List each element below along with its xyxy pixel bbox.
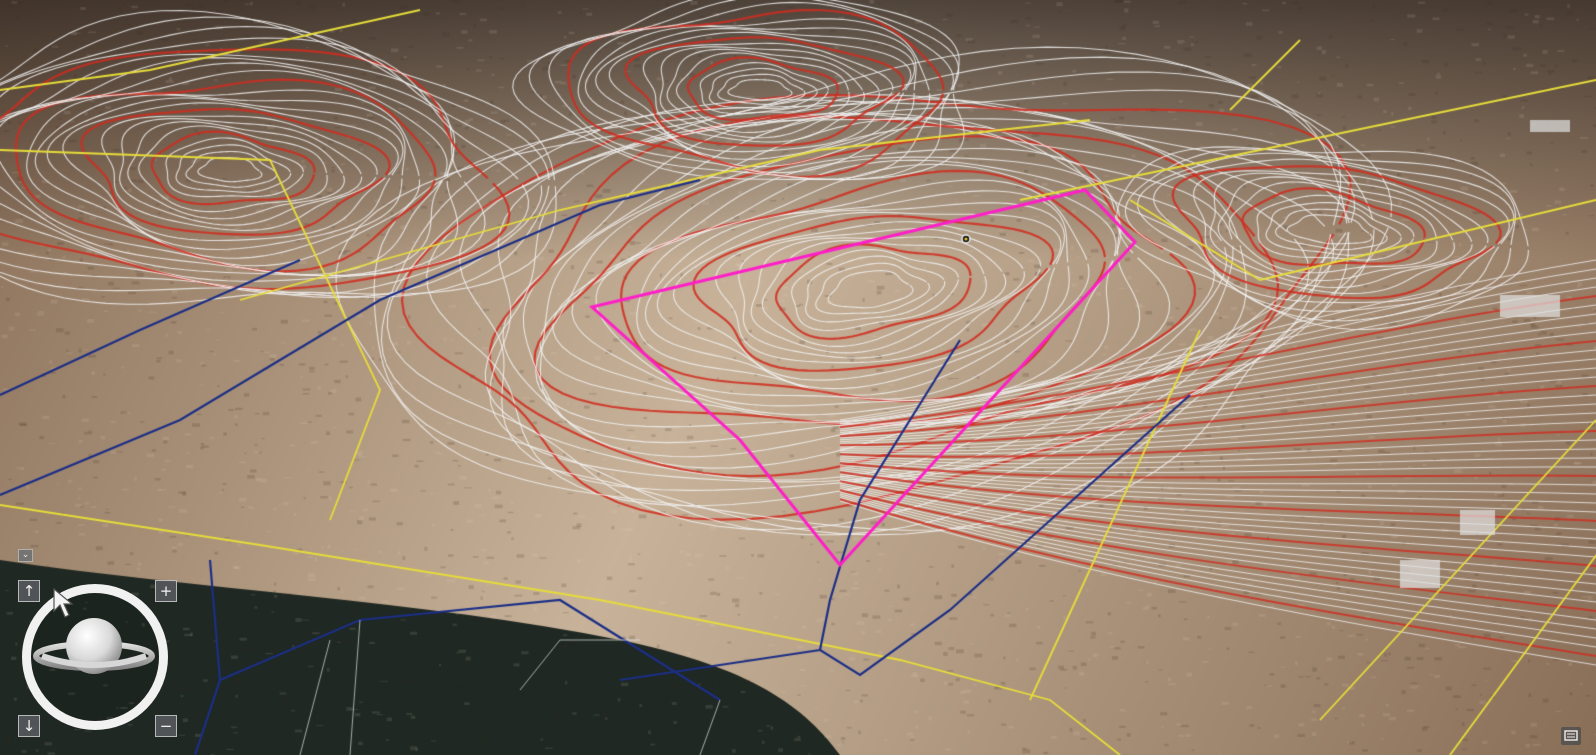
tool-icon	[1561, 727, 1581, 745]
pan-down-button[interactable]: ↓	[18, 715, 40, 737]
map-point-label: · · · ·	[918, 233, 939, 242]
zoom-in-button[interactable]: +	[155, 580, 177, 602]
pan-up-icon: ↑	[23, 582, 36, 600]
pointer-cursor-icon	[52, 587, 82, 621]
zoom-out-button[interactable]: −	[155, 715, 177, 737]
pan-up-button[interactable]: ↑	[18, 580, 40, 602]
tool-button[interactable]	[1561, 727, 1581, 745]
zoom-out-icon: −	[160, 717, 173, 735]
zoom-in-icon: +	[160, 582, 173, 600]
terrain-map-view[interactable]	[0, 0, 1596, 755]
globe-icon[interactable]	[32, 612, 156, 692]
collapse-icon[interactable]: ⌄	[18, 549, 33, 562]
pan-down-icon: ↓	[23, 717, 36, 735]
